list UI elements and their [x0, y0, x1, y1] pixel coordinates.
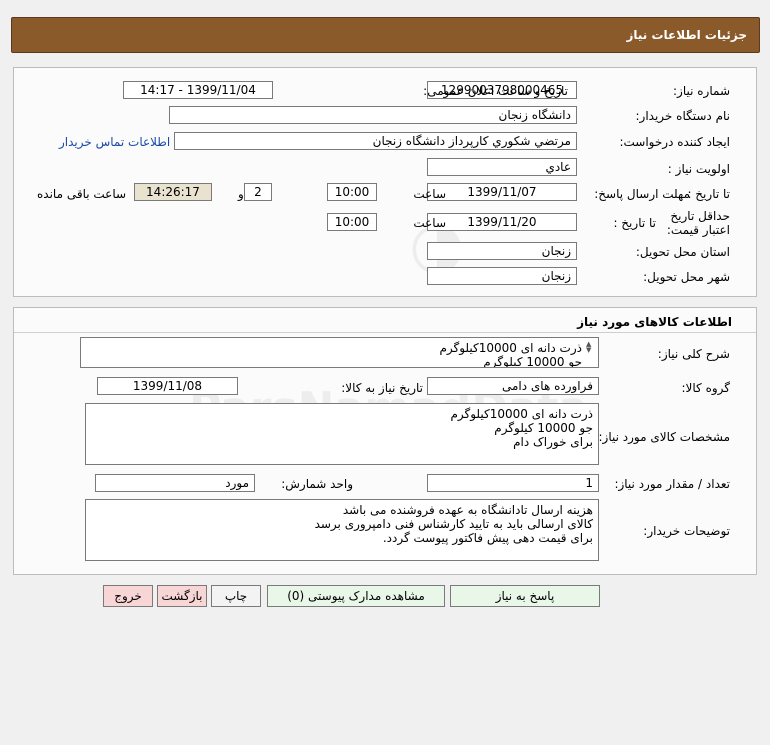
- need-date-label: تاریخ نیاز به کالا:: [341, 381, 423, 395]
- need-info-panel: ◑ شماره نیاز: 1299003798000465 تاریخ و س…: [13, 67, 757, 297]
- specs-label: مشخصات کالای مورد نیاز:: [598, 430, 730, 444]
- general-desc-label: شرح کلی نیاز:: [657, 347, 730, 361]
- page-title: جزئیات اطلاعات نیاز: [626, 28, 747, 42]
- price-date-field: 1399/11/20: [427, 213, 577, 231]
- general-desc-field: ذرت دانه ای 10000کیلوگرم جو 10000 کیلوگر…: [80, 337, 599, 368]
- contact-info-link[interactable]: اطلاعات تماس خریدار: [59, 135, 170, 149]
- unit-label: واحد شمارش:: [281, 477, 353, 491]
- exit-button[interactable]: خروج: [103, 585, 153, 607]
- attachments-button[interactable]: مشاهده مدارک پیوستی (0): [267, 585, 445, 607]
- reply-hour-label: ساعت: [413, 187, 446, 201]
- days-field: 2: [244, 183, 272, 201]
- city-field: زنجان: [427, 267, 577, 285]
- section-divider: [14, 332, 756, 333]
- unit-field: مورد: [95, 474, 255, 492]
- need-number-label: شماره نیاز:: [673, 84, 730, 98]
- remaining-label: ساعت باقی مانده: [37, 187, 127, 201]
- province-field: زنجان: [427, 242, 577, 260]
- goods-info-panel: اطلاعات کالاهای مورد نیاز ParsNamadData …: [13, 307, 757, 575]
- city-label: شهر محل تحویل:: [643, 270, 730, 284]
- reply-button[interactable]: پاسخ به نیاز: [450, 585, 600, 607]
- price-validity-label: حداقل تاریخ اعتبار قیمت:: [666, 209, 730, 237]
- buyer-org-label: نام دستگاه خریدار:: [635, 109, 731, 123]
- qty-label: تعداد / مقدار مورد نیاز:: [614, 477, 730, 491]
- buyer-notes-field: هزینه ارسال تادانشگاه به عهده فروشنده می…: [85, 499, 599, 561]
- announce-field: 1399/11/04 - 14:17: [123, 81, 273, 99]
- buyer-notes-label: توضیحات خریدار:: [643, 524, 730, 538]
- group-label: گروه کالا:: [681, 381, 731, 395]
- resize-arrows-icon[interactable]: ▲ ▼: [586, 341, 591, 354]
- back-button[interactable]: بازگشت: [157, 585, 207, 607]
- priority-label: اولویت نیاز :: [667, 162, 730, 176]
- reply-deadline-label: مهلت ارسال پاسخ:: [594, 187, 690, 201]
- remaining-time-field: 14:26:17: [134, 183, 212, 201]
- priority-field: عادي: [427, 158, 577, 176]
- reply-date-field: 1399/11/07: [427, 183, 577, 201]
- price-to-date-label: تا تاریخ :: [613, 216, 656, 230]
- group-field: فراورده های دامی: [427, 377, 599, 395]
- announce-label: تاریخ و ساعت اعلان عمومی:: [423, 84, 568, 98]
- need-date-field: 1399/11/08: [97, 377, 238, 395]
- page-header: جزئیات اطلاعات نیاز: [11, 17, 760, 53]
- reply-time-field: 10:00: [327, 183, 377, 201]
- price-time-field: 10:00: [327, 213, 377, 231]
- requester-label: ایجاد کننده درخواست:: [619, 135, 730, 149]
- price-hour-label: ساعت: [413, 216, 446, 230]
- requester-field: مرتضي شكوري كارپرداز دانشگاه زنجان: [174, 132, 577, 150]
- print-button[interactable]: چاپ: [211, 585, 261, 607]
- qty-field: 1: [427, 474, 599, 492]
- buyer-org-field: دانشگاه زنجان: [169, 106, 577, 124]
- province-label: استان محل تحویل:: [635, 245, 730, 259]
- goods-section-title: اطلاعات کالاهای مورد نیاز: [577, 315, 732, 329]
- reply-to-date-label: تا تاریخ :: [687, 187, 730, 201]
- specs-field: ذرت دانه ای 10000کیلوگرم جو 10000 کیلوگر…: [85, 403, 599, 465]
